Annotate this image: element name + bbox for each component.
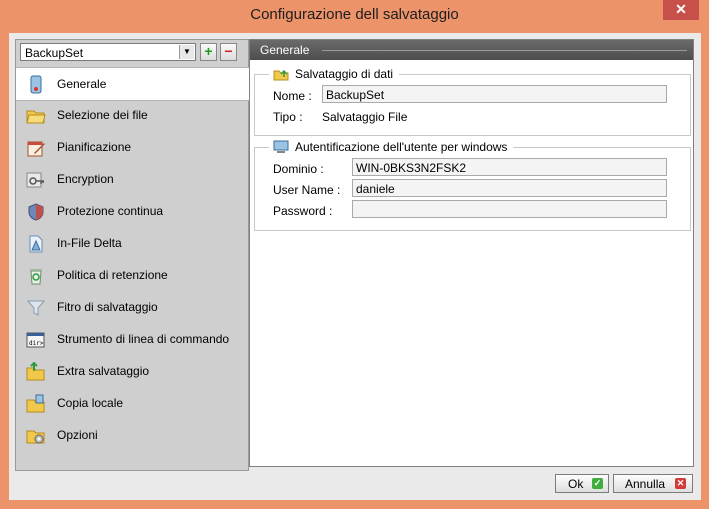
header-divider (322, 50, 687, 51)
command-prompt-icon: dir> (26, 332, 45, 348)
computer-icon (273, 140, 289, 153)
group-title-label: Autentificazione dell'utente per windows (295, 139, 508, 154)
sidebar-item-label: Copia locale (57, 396, 124, 410)
sidebar-item-copia-locale[interactable]: Copia locale (16, 387, 248, 419)
backupset-dropdown[interactable]: BackupSet ▼ (20, 43, 196, 61)
sidebar-item-pianificazione[interactable]: Pianificazione (16, 131, 248, 163)
sidebar-item-protezione[interactable]: Protezione continua (16, 195, 248, 227)
cancel-button-label: Annulla (625, 477, 666, 491)
sidebar-item-label: Generale (57, 77, 107, 91)
close-icon: ✕ (675, 1, 687, 17)
sidebar: BackupSet ▼ + − Generale Selezione dei f… (15, 39, 249, 471)
type-value: Salvataggio File (322, 110, 408, 124)
type-label: Tipo : (273, 110, 303, 124)
sidebar-item-retenzione[interactable]: Politica di retenzione (16, 259, 248, 291)
close-button[interactable]: ✕ (663, 0, 699, 20)
password-label: Password : (273, 204, 333, 218)
sidebar-item-encryption[interactable]: Encryption (16, 163, 248, 195)
sidebar-item-label: Pianificazione (57, 140, 132, 154)
sidebar-item-selezione[interactable]: Selezione dei file (16, 99, 248, 131)
name-label: Nome : (273, 89, 312, 103)
backupset-dropdown-value: BackupSet (25, 46, 84, 60)
name-field[interactable]: BackupSet (322, 85, 667, 103)
sidebar-item-generale[interactable]: Generale (16, 67, 249, 101)
remove-backupset-button[interactable]: − (220, 43, 237, 61)
windows-auth-group: Autentificazione dell'utente per windows… (254, 139, 691, 231)
chevron-down-icon[interactable]: ▼ (179, 45, 194, 59)
domain-label: Dominio : (273, 162, 324, 176)
group-title: Salvataggio di dati (269, 66, 400, 82)
folder-arrows-icon (26, 362, 45, 381)
sidebar-item-label: Strumento di linea di commando (57, 332, 230, 346)
folder-copy-icon (26, 394, 45, 413)
sidebar-item-label: In-File Delta (57, 236, 122, 250)
ok-button-label: Ok (568, 477, 584, 491)
add-backupset-button[interactable]: + (200, 43, 217, 61)
document-delta-icon (29, 235, 43, 253)
sidebar-item-label: Protezione continua (57, 204, 164, 218)
shield-icon (28, 203, 44, 221)
sidebar-item-filtro[interactable]: Fitro di salvataggio (16, 291, 248, 323)
check-icon: ✓ (592, 478, 603, 489)
backup-data-group: Salvataggio di dati Nome : BackupSet Tip… (254, 66, 691, 136)
settings-panel: Generale Salvataggio di dati Nome : Back… (249, 39, 694, 467)
recycle-bin-icon (30, 269, 42, 285)
panel-title: Generale (260, 43, 310, 57)
svg-text:dir>: dir> (29, 340, 44, 347)
sidebar-item-label: Encryption (57, 172, 114, 186)
group-title-label: Salvataggio di dati (295, 66, 394, 81)
sidebar-item-label: Extra salvataggio (57, 364, 150, 378)
password-field[interactable] (352, 200, 667, 218)
group-title: Autentificazione dell'utente per windows (269, 139, 514, 155)
sidebar-item-label: Fitro di salvataggio (57, 300, 158, 314)
sidebar-item-opzioni[interactable]: Opzioni (16, 419, 248, 451)
panel-header: Generale (250, 40, 693, 60)
username-field[interactable]: daniele (352, 179, 667, 197)
funnel-filter-icon (26, 300, 46, 316)
folder-open-icon (26, 110, 46, 124)
dialog-window: Configurazione dell salvataggio ✕ Backup… (0, 0, 709, 509)
sidebar-item-infile-delta[interactable]: In-File Delta (16, 227, 248, 259)
ok-button[interactable]: Ok ✓ (555, 474, 609, 493)
sidebar-item-label: Selezione dei file (57, 108, 148, 122)
general-device-icon (30, 75, 42, 94)
sidebar-item-label: Opzioni (57, 428, 98, 442)
window-title: Configurazione dell salvataggio (250, 6, 459, 23)
sidebar-item-command-line[interactable]: dir> Strumento di linea di commando (16, 323, 248, 355)
key-icon (26, 172, 44, 188)
sidebar-item-extra[interactable]: Extra salvataggio (16, 355, 248, 387)
title-bar[interactable]: Configurazione dell salvataggio ✕ (0, 0, 709, 30)
sidebar-item-label: Politica di retenzione (57, 268, 168, 282)
username-label: User Name : (273, 183, 341, 197)
dialog-body: BackupSet ▼ + − Generale Selezione dei f… (9, 33, 701, 500)
cancel-button[interactable]: Annulla ✕ (613, 474, 693, 493)
folder-up-icon (273, 69, 289, 81)
folder-gear-icon (26, 430, 45, 444)
cancel-icon: ✕ (675, 478, 686, 489)
calendar-pen-icon (27, 141, 45, 157)
domain-field[interactable]: WIN-0BKS3N2FSK2 (352, 158, 667, 176)
